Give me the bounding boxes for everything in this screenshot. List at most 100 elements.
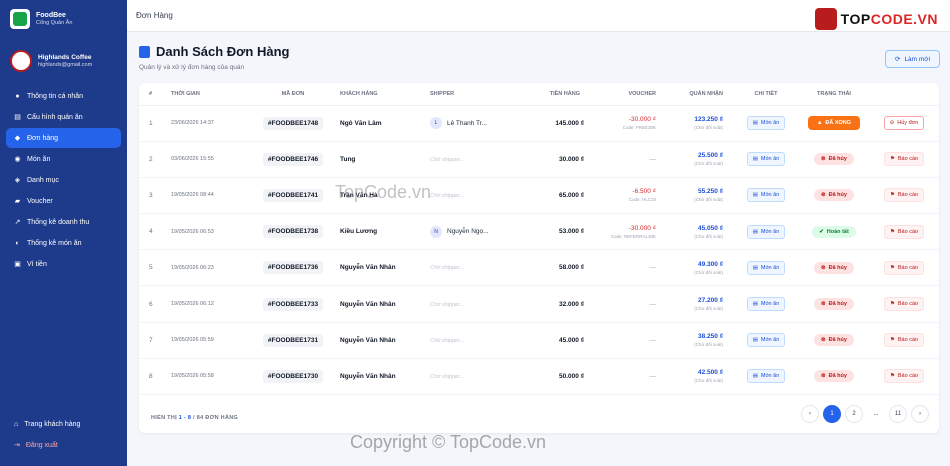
table-row[interactable]: 8 19/05/2026 05:58 #FOODBEE1730 Nguyễn Văn … — [139, 358, 939, 396]
order-code[interactable]: #FOODBEE1748 — [262, 116, 324, 130]
status-label: Đã hủy — [828, 301, 847, 308]
order-code[interactable]: #FOODBEE1730 — [262, 369, 324, 383]
sidebar-item-3[interactable]: ◉ Món ăn — [6, 149, 121, 169]
cancel-circle-icon: ⊗ — [821, 264, 826, 271]
report-button[interactable]: ⚑ Báo cáo — [883, 297, 925, 312]
voucher-cell: — — [590, 249, 666, 287]
column-header: TIỀN HÀNG — [522, 83, 590, 106]
sidebar-item-1[interactable]: ▤ Cấu hình quán ăn — [6, 107, 121, 127]
view-dishes-button[interactable]: ▤ Món ăn — [746, 188, 786, 203]
column-header: KHÁCH HÀNG — [340, 83, 430, 106]
table-row[interactable]: 2 03/06/2026 15:55 #FOODBEE1746 Tung Chờ shi… — [139, 141, 939, 178]
pagination-summary: HIỂN THỊ 1 - 8 / 84 ĐƠN HÀNG — [151, 415, 239, 421]
table-row[interactable]: 7 19/05/2026 05:59 #FOODBEE1731 Nguyễn Văn … — [139, 322, 939, 359]
table-row[interactable]: 6 19/05/2026 06:12 #FOODBEE1733 Nguyễn Văn … — [139, 285, 939, 323]
view-dishes-button[interactable]: ▤ Món ăn — [746, 333, 786, 348]
order-time: 19/05/2026 06:12 — [171, 285, 246, 323]
voucher-code: Code: REFERRAL30K — [610, 233, 656, 239]
order-amount: 65.000 ₫ — [522, 177, 590, 215]
table-row[interactable]: 4 19/05/2026 06:53 #FOODBEE1738 Kiều Lương N… — [139, 213, 939, 251]
receipt-icon: ▤ — [752, 337, 758, 344]
table-row[interactable]: 5 19/05/2026 06:23 #FOODBEE1736 Nguyễn Văn … — [139, 249, 939, 287]
watermark-middle: TopCode.vn — [335, 182, 432, 202]
order-code[interactable]: #FOODBEE1746 — [262, 152, 324, 166]
sidebar-item-6[interactable]: ↗ Thống kê doanh thu — [6, 212, 121, 232]
receipt-icon: ▤ — [752, 228, 758, 235]
orders-card: # THỜI GIAN MÃ ĐƠN KHÁCH HÀNG SHIPPER TIỀN HÀ… — [139, 83, 939, 433]
report-button[interactable]: ⚑ Báo cáo — [883, 260, 925, 275]
voucher-empty: — — [649, 372, 657, 380]
receive-cell: 55.250 ₫ (Chờ đối soát) — [666, 177, 733, 215]
view-dishes-button[interactable]: ▤ Món ăn — [746, 297, 786, 312]
receive-amount: 38.250 ₫ — [697, 333, 723, 341]
sidebar-item-4[interactable]: ◈ Danh mục — [6, 170, 121, 190]
page-button[interactable]: 11 — [889, 405, 907, 423]
order-code[interactable]: #FOODBEE1736 — [262, 261, 324, 275]
status-cell: ⊗ Đã hủy — [799, 358, 869, 396]
report-button[interactable]: ⚑ Báo cáo — [883, 152, 925, 167]
voucher-empty: — — [649, 336, 657, 344]
sidebar-item-0[interactable]: ● Thông tin cá nhân — [6, 86, 121, 106]
detail-cell: ▤ Món ăn — [733, 213, 799, 251]
sidebar: FoodBee Cổng Quản Ăn Highlands Coffee hi… — [0, 0, 127, 466]
row-index: 2 — [139, 141, 171, 178]
view-dishes-button[interactable]: ▤ Món ăn — [746, 116, 786, 131]
table-row[interactable]: 1 23/06/2026 14:37 #FOODBEE1748 Ngô Văn Lâm… — [139, 105, 939, 142]
voucher-cell: — — [590, 285, 666, 323]
cancel-circle-icon: ⊗ — [821, 337, 826, 344]
status-badge[interactable]: ▲ ĐÃ XONG — [807, 116, 861, 131]
receive-note: (Chờ đối soát) — [694, 269, 723, 275]
refresh-button[interactable]: ⟳ Làm mới — [885, 50, 940, 68]
order-code[interactable]: #FOODBEE1733 — [262, 297, 324, 311]
shipper: L Lê Thanh Tr... — [430, 117, 522, 130]
sidebar-item-8[interactable]: ▣ Ví tiền — [6, 254, 121, 274]
store-profile[interactable]: Highlands Coffee highlands@gmail.com — [6, 46, 121, 76]
report-button[interactable]: ⚑ Báo cáo — [883, 369, 925, 384]
flag-icon: ⚑ — [889, 373, 895, 380]
view-dishes-button[interactable]: ▤ Món ăn — [746, 260, 786, 275]
detail-cell: ▤ Món ăn — [733, 105, 799, 142]
sidebar-item-7[interactable]: ◐ Thống kê món ăn — [6, 233, 121, 253]
flag-icon: ⚑ — [889, 301, 895, 308]
cancel-order-button[interactable]: ⊘ Hủy đơn — [883, 116, 925, 131]
shipper-placeholder: Chờ shipper... — [430, 373, 465, 380]
topcode-logo: TOPCODE.VN — [814, 8, 938, 30]
page-button[interactable]: 2 — [845, 405, 863, 423]
sidebar-item-5[interactable]: ▰ Voucher — [6, 191, 121, 211]
voucher-empty: — — [649, 300, 657, 308]
sidebar-item-2[interactable]: ◆ Đơn hàng — [6, 128, 121, 148]
order-time: 19/05/2026 06:23 — [171, 249, 246, 287]
receive-cell: 42.500 ₫ (Chờ đối soát) — [666, 358, 733, 396]
report-button[interactable]: ⚑ Báo cáo — [883, 224, 925, 239]
next-page-button[interactable]: › — [911, 405, 929, 423]
page-button[interactable]: 1 — [823, 405, 841, 423]
receive-amount: 42.500 ₫ — [697, 369, 723, 377]
brand[interactable]: FoodBee Cổng Quản Ăn — [0, 0, 127, 38]
view-dishes-label: Món ăn — [760, 301, 780, 308]
page-subtitle: Quản lý và xử lý đơn hàng của quán — [139, 64, 245, 71]
view-dishes-button[interactable]: ▤ Món ăn — [746, 369, 786, 384]
sidebar-bottom-item-0[interactable]: ⌂ Trang khách hàng — [6, 414, 121, 434]
order-code[interactable]: #FOODBEE1741 — [262, 188, 324, 202]
shipper-placeholder: Chờ shipper... — [430, 301, 465, 308]
status-cell: ⊗ Đã hủy — [799, 141, 869, 178]
view-dishes-button[interactable]: ▤ Món ăn — [746, 152, 786, 167]
sidebar-bottom-nav: ⌂ Trang khách hàng ⇥ Đăng xuất — [0, 413, 127, 456]
row-index: 8 — [139, 358, 171, 396]
voucher-value: -30.000 ₫ — [628, 224, 656, 232]
home-icon: ⌂ — [14, 420, 19, 428]
view-dishes-label: Món ăn — [760, 192, 780, 199]
shipper-placeholder: Chờ shipper... — [430, 156, 465, 163]
report-button[interactable]: ⚑ Báo cáo — [883, 188, 925, 203]
sidebar-bottom-item-1[interactable]: ⇥ Đăng xuất — [6, 435, 121, 455]
voucher-cell: -30.000 ₫ Code: FREE30K — [590, 105, 666, 142]
action-cell: ⚑ Báo cáo — [869, 322, 939, 359]
prev-page-button[interactable]: ‹ — [801, 405, 819, 423]
view-dishes-button[interactable]: ▤ Món ăn — [746, 224, 786, 239]
row-index: 1 — [139, 105, 171, 142]
table-row[interactable]: 3 19/05/2026 08:44 #FOODBEE1741 Trần Văn Hà… — [139, 177, 939, 215]
report-button[interactable]: ⚑ Báo cáo — [883, 333, 925, 348]
order-code-cell: #FOODBEE1733 — [246, 285, 340, 323]
order-code[interactable]: #FOODBEE1738 — [262, 225, 324, 239]
order-code[interactable]: #FOODBEE1731 — [262, 333, 324, 347]
